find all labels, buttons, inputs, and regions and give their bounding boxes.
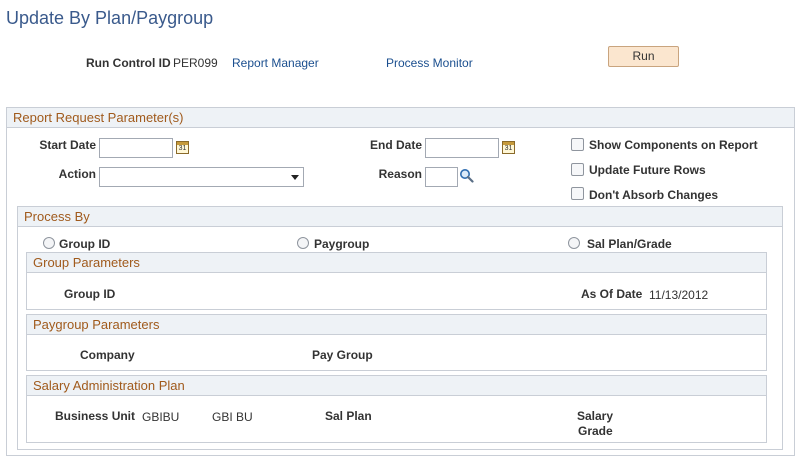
salary-admin-plan-header: Salary Administration Plan [27,376,766,396]
paygroup-parameters-header: Paygroup Parameters [27,315,766,335]
business-unit-label: Business Unit [55,409,136,423]
action-label: Action [58,167,96,181]
action-select[interactable] [99,167,304,187]
start-date-input[interactable] [99,138,173,158]
chevron-down-icon [291,175,299,180]
reason-label: Reason [378,167,422,181]
salary-admin-plan-group: Salary Administration Plan [26,375,767,443]
sal-plan-grade-radio[interactable] [568,237,580,249]
salary-grade-label-line2: Grade [578,424,613,438]
paygroup-parameters-group: Paygroup Parameters [26,314,767,371]
end-date-input[interactable] [425,138,499,158]
end-date-label: End Date [369,138,422,152]
group-parameters-header: Group Parameters [27,253,766,273]
as-of-date-label: As Of Date [581,287,643,301]
dont-absorb-changes-label: Don't Absorb Changes [589,188,719,202]
group-id-radio[interactable] [43,237,55,249]
show-components-label: Show Components on Report [589,138,758,152]
paygroup-radio[interactable] [297,237,309,249]
show-components-checkbox[interactable] [571,138,584,151]
company-label: Company [80,348,135,362]
page-title: Update By Plan/Paygroup [6,8,214,28]
business-unit-description: GBI BU [212,410,253,424]
run-button[interactable]: Run [608,46,679,67]
start-date-label: Start Date [39,138,96,152]
reason-input[interactable] [425,167,458,187]
report-request-header: Report Request Parameter(s) [7,108,794,128]
dont-absorb-changes-checkbox[interactable] [571,187,584,200]
calendar-icon[interactable]: 31 [502,141,515,154]
business-unit-value: GBIBU [142,410,180,424]
pay-group-label: Pay Group [312,348,373,362]
report-manager-link[interactable]: Report Manager [232,56,319,70]
run-control-label: Run Control ID [86,56,171,70]
sal-plan-grade-radio-label: Sal Plan/Grade [587,237,672,251]
run-control-value: PER099 [173,56,218,70]
sal-plan-label: Sal Plan [325,409,372,423]
process-by-header: Process By [18,207,782,227]
process-monitor-link[interactable]: Process Monitor [386,56,473,70]
update-future-rows-checkbox[interactable] [571,163,584,176]
salary-grade-label-line1: Salary [577,409,614,423]
group-id-label: Group ID [64,287,116,301]
calendar-icon[interactable]: 31 [176,141,189,154]
group-id-radio-label: Group ID [59,237,111,251]
as-of-date-value: 11/13/2012 [649,288,709,302]
paygroup-radio-label: Paygroup [314,237,370,251]
update-future-rows-label: Update Future Rows [589,163,706,177]
lookup-icon[interactable] [459,168,474,183]
